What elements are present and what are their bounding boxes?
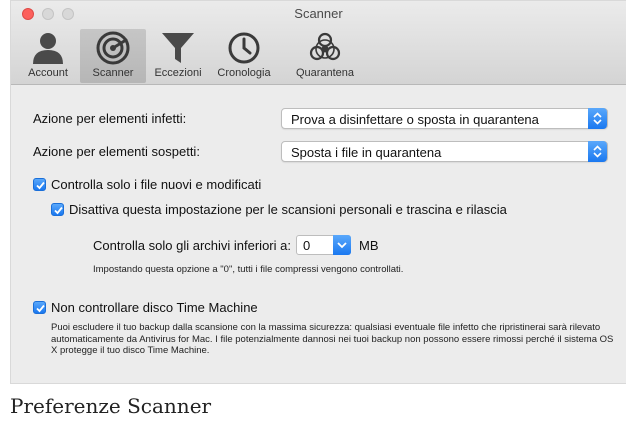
suspicious-action-value: Sposta i file in quarantena xyxy=(291,145,442,160)
figure-caption: Preferenze Scanner xyxy=(10,394,212,418)
archives-size-value: 0 xyxy=(303,238,311,253)
biohazard-icon xyxy=(309,32,341,61)
toolbar-item-eccezioni[interactable]: Eccezioni xyxy=(145,29,211,83)
time-machine-checkbox[interactable] xyxy=(33,301,46,314)
settings-panel: Azione per elementi infetti: Prova a dis… xyxy=(11,86,626,383)
toolbar-label-scanner: Scanner xyxy=(92,67,134,79)
infected-action-label: Azione per elementi infetti: xyxy=(33,111,187,126)
select-arrows-icon xyxy=(588,108,607,129)
time-machine-label: Non controllare disco Time Machine xyxy=(51,300,258,315)
suspicious-action-select[interactable]: Sposta i file in quarantena xyxy=(281,141,608,162)
checkmark-icon xyxy=(36,181,45,190)
preferences-window: Scanner Account Scanner Eccezioni Cronol… xyxy=(11,1,626,383)
checkmark-icon xyxy=(36,304,45,313)
toolbar-item-scanner[interactable]: Scanner xyxy=(80,29,146,83)
disable-setting-label: Disattiva questa impostazione per le sca… xyxy=(69,202,507,217)
archives-note: Impostando questa opzione a "0", tutti i… xyxy=(93,264,404,275)
suspicious-action-label: Azione per elementi sospetti: xyxy=(33,144,200,159)
infected-action-value: Prova a disinfettare o sposta in quarant… xyxy=(291,112,539,127)
checkmark-icon xyxy=(54,206,63,215)
select-arrows-icon xyxy=(588,141,607,162)
dropdown-chevron-icon[interactable] xyxy=(333,235,351,255)
toolbar-label-cronologia: Cronologia xyxy=(217,67,271,79)
disable-setting-checkbox[interactable] xyxy=(51,203,64,216)
toolbar-label-account: Account xyxy=(28,67,68,79)
check-new-label: Controlla solo i file nuovi e modificati xyxy=(51,177,262,192)
toolbar-label-eccezioni: Eccezioni xyxy=(154,67,202,79)
archives-label: Controlla solo gli archivi inferiori a: xyxy=(93,238,291,253)
title-bar: Scanner Account Scanner Eccezioni Cronol… xyxy=(11,1,626,85)
check-new-checkbox[interactable] xyxy=(33,178,46,191)
funnel-icon xyxy=(162,33,194,63)
archives-size-field[interactable]: 0 xyxy=(296,235,351,255)
clock-icon xyxy=(228,32,260,64)
toolbar-item-account[interactable]: Account xyxy=(15,29,81,83)
time-machine-note: Puoi escludere il tuo backup dalla scans… xyxy=(51,322,614,356)
toolbar-label-quarantena: Quarantena xyxy=(295,67,355,79)
archives-unit: MB xyxy=(359,238,379,253)
infected-action-select[interactable]: Prova a disinfettare o sposta in quarant… xyxy=(281,108,608,129)
account-icon xyxy=(33,33,63,64)
window-title: Scanner xyxy=(294,6,343,21)
toolbar-item-quarantena[interactable]: Quarantena xyxy=(285,29,365,83)
toolbar-item-cronologia[interactable]: Cronologia xyxy=(211,29,277,83)
scanner-icon xyxy=(96,31,130,65)
frame-bottom-border xyxy=(10,383,626,384)
